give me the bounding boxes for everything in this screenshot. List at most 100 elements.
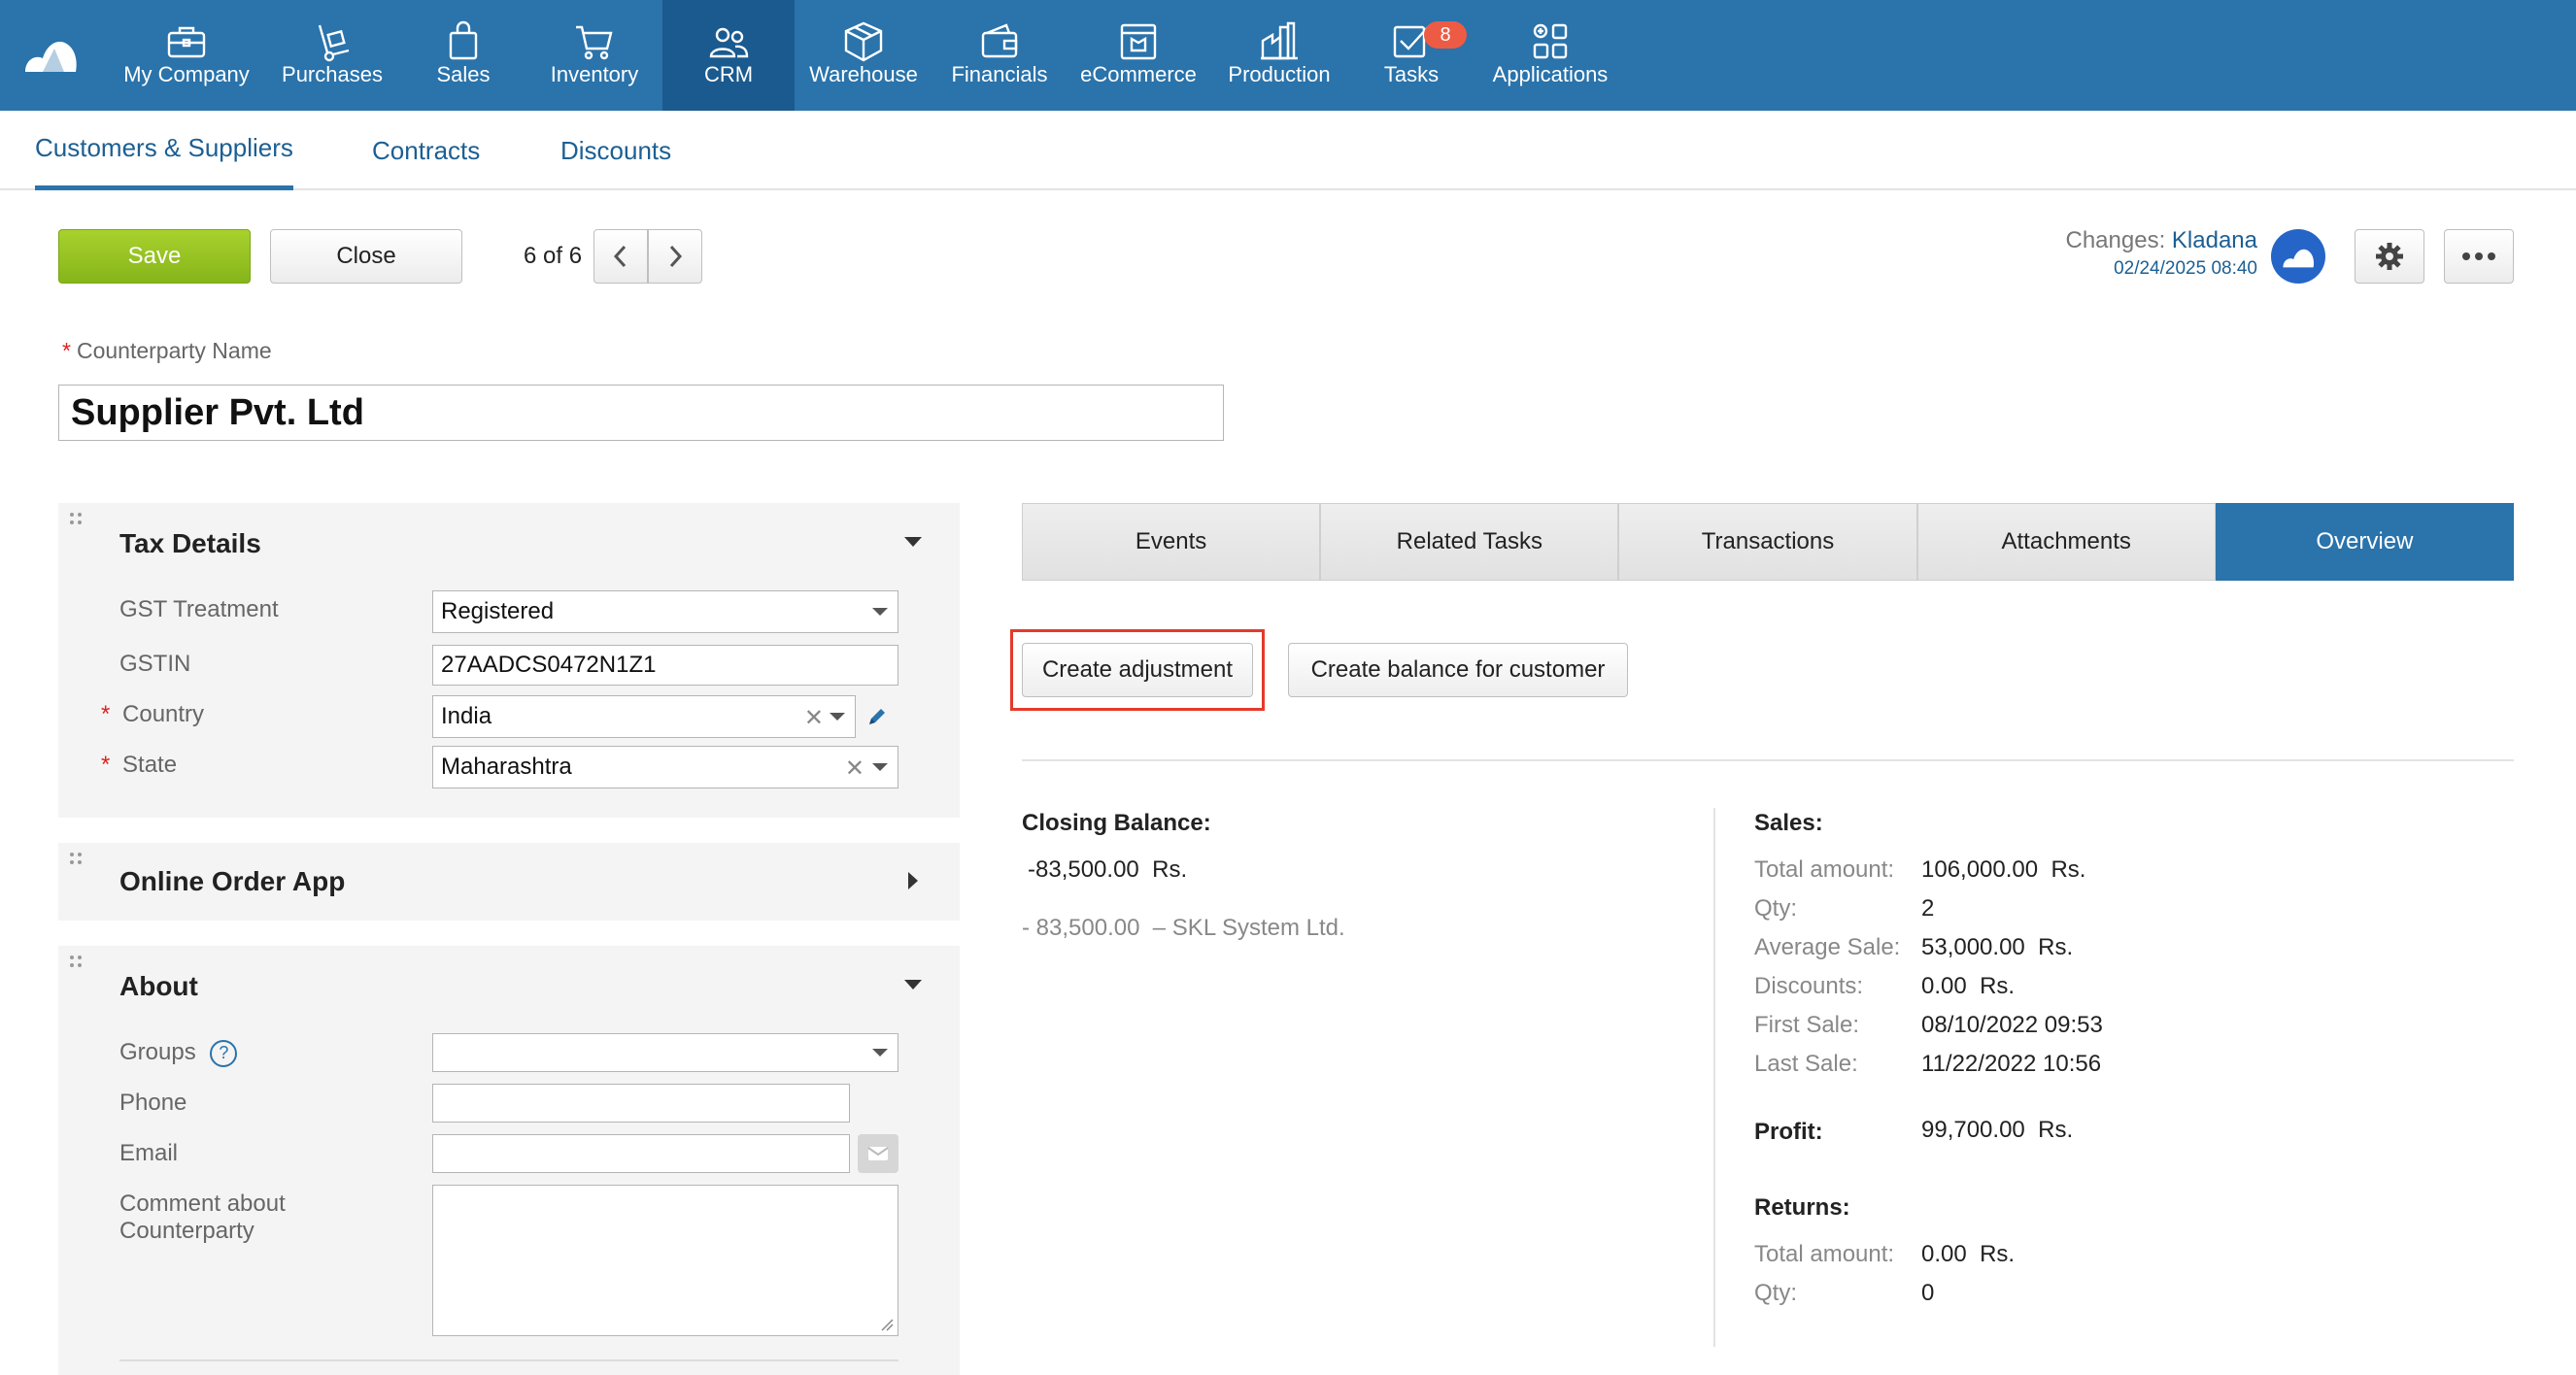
- email-label: Email: [119, 1140, 179, 1166]
- sub-navigation: Customers & Suppliers Contracts Discount…: [0, 111, 2576, 190]
- tab-attachments[interactable]: Attachments: [1916, 503, 2216, 581]
- sales-stat-value: 11/22/2022 10:56: [1921, 1051, 2101, 1078]
- nav-label: My Company: [123, 62, 250, 86]
- drag-handle-icon[interactable]: [68, 851, 84, 866]
- storefront-icon: [1120, 23, 1157, 60]
- select-value: Registered: [441, 598, 555, 624]
- comment-textarea[interactable]: [432, 1185, 898, 1336]
- returns-total-value: 0.00 Rs.: [1921, 1241, 2015, 1268]
- tab-events[interactable]: Events: [1022, 503, 1321, 581]
- nav-my-company[interactable]: My Company: [115, 0, 258, 111]
- cart-icon: [576, 25, 613, 60]
- phone-label: Phone: [119, 1090, 187, 1116]
- changes-date: 02/24/2025 08:40: [2114, 258, 2257, 279]
- changes-user-link[interactable]: Kladana: [2172, 227, 2257, 253]
- counterparty-name-input[interactable]: Supplier Pvt. Ltd: [58, 385, 1224, 441]
- people-icon: [709, 27, 749, 58]
- nav-applications[interactable]: Applications: [1484, 0, 1616, 111]
- create-adjustment-button[interactable]: Create adjustment: [1022, 643, 1253, 697]
- clear-icon[interactable]: ✕: [804, 704, 824, 732]
- nav-label: Sales: [436, 62, 491, 86]
- subtab-contracts[interactable]: Contracts: [372, 111, 480, 190]
- changes-info: Changes: Kladana 02/24/2025 08:40: [2066, 227, 2258, 280]
- more-options-button[interactable]: [2444, 229, 2514, 284]
- groups-label: Groups ?: [119, 1039, 238, 1067]
- nav-sales[interactable]: Sales: [408, 0, 519, 111]
- changes-label: Changes:: [2065, 227, 2166, 253]
- sales-stat-label: Qty:: [1754, 895, 1798, 922]
- save-button[interactable]: Save: [58, 229, 251, 284]
- top-navigation: My Company Purchases Sales Inventory CRM…: [0, 0, 2576, 111]
- nav-financials[interactable]: Financials: [938, 0, 1061, 111]
- gst-treatment-label: GST Treatment: [119, 596, 279, 622]
- avatar[interactable]: [2271, 229, 2325, 284]
- returns-total-label: Total amount:: [1754, 1241, 1895, 1267]
- tab-related-tasks[interactable]: Related Tasks: [1320, 503, 1619, 581]
- avatar-logo-icon: [2283, 249, 2315, 268]
- chevron-down-icon: [872, 608, 888, 616]
- nav-warehouse[interactable]: Warehouse: [798, 0, 929, 111]
- settings-button[interactable]: [2355, 229, 2424, 284]
- required-asterisk: *: [101, 701, 111, 727]
- sales-stat-label: Average Sale:: [1754, 934, 1901, 960]
- drag-handle-icon[interactable]: [68, 954, 84, 969]
- country-select[interactable]: India ✕: [432, 695, 856, 738]
- close-button[interactable]: Close: [270, 229, 462, 284]
- subtab-discounts[interactable]: Discounts: [560, 111, 671, 190]
- next-record-button[interactable]: [648, 229, 702, 284]
- value: 53,000.00: [1921, 934, 2025, 960]
- resize-handle-icon[interactable]: [880, 1318, 894, 1331]
- nav-label: Inventory: [550, 62, 639, 86]
- previous-record-button[interactable]: [593, 229, 648, 284]
- chevron-right-icon: [669, 245, 683, 268]
- help-icon[interactable]: ?: [210, 1039, 238, 1067]
- record-tabs: Events Related Tasks Transactions Attach…: [1022, 503, 2515, 581]
- gear-icon: [2376, 243, 2403, 270]
- nav-production[interactable]: Production: [1214, 0, 1344, 111]
- sales-stat-label: Total amount:: [1754, 856, 1895, 883]
- subtab-customers-suppliers[interactable]: Customers & Suppliers: [35, 111, 293, 190]
- online-order-app-panel: Online Order App: [58, 843, 960, 921]
- briefcase-icon: [167, 26, 206, 58]
- nav-crm[interactable]: CRM: [662, 0, 795, 111]
- groups-select[interactable]: [432, 1033, 898, 1072]
- gstin-input[interactable]: 27AADCS0472N1Z1: [432, 645, 898, 686]
- divider: [119, 1359, 898, 1361]
- email-input[interactable]: [432, 1134, 850, 1173]
- state-select[interactable]: Maharashtra ✕: [432, 746, 898, 788]
- expand-triangle-icon[interactable]: [908, 872, 918, 889]
- gst-treatment-select[interactable]: Registered: [432, 590, 898, 633]
- app-logo-icon[interactable]: [21, 31, 80, 76]
- nav-label: Tasks: [1383, 62, 1440, 86]
- chevron-down-icon: [830, 713, 845, 721]
- send-email-button[interactable]: [858, 1134, 898, 1173]
- comment-label: Comment about Counterparty: [119, 1191, 286, 1245]
- select-value: Maharashtra: [441, 754, 572, 780]
- tab-overview[interactable]: Overview: [2215, 503, 2515, 581]
- select-value: India: [441, 703, 492, 729]
- tasks-count-badge: 8: [1424, 21, 1467, 49]
- nav-purchases[interactable]: Purchases: [268, 0, 396, 111]
- hand-truck-icon: [318, 24, 350, 62]
- nav-ecommerce[interactable]: eCommerce: [1074, 0, 1203, 111]
- collapse-triangle-icon[interactable]: [904, 980, 922, 989]
- tax-details-panel: Tax Details GST Treatment Registered GST…: [58, 503, 960, 818]
- column-divider: [1713, 808, 1715, 1347]
- clear-icon[interactable]: ✕: [845, 755, 864, 783]
- nav-label: Warehouse: [809, 62, 918, 86]
- profit-label: Profit:: [1754, 1119, 1823, 1145]
- closing-balance-value: -83,500.00 Rs.: [1028, 856, 1187, 884]
- gstin-label: GSTIN: [119, 651, 191, 677]
- phone-input[interactable]: [432, 1084, 850, 1123]
- drag-handle-icon[interactable]: [68, 511, 84, 526]
- nav-inventory[interactable]: Inventory: [530, 0, 659, 111]
- chevron-down-icon: [872, 1049, 888, 1056]
- envelope-icon: [867, 1147, 889, 1160]
- tab-transactions[interactable]: Transactions: [1618, 503, 1917, 581]
- chevron-down-icon: [872, 763, 888, 771]
- edit-pencil-icon[interactable]: [865, 705, 889, 728]
- nav-tasks[interactable]: Tasks: [1356, 0, 1467, 111]
- required-asterisk: *: [62, 338, 71, 363]
- create-balance-button[interactable]: Create balance for customer: [1288, 643, 1628, 697]
- collapse-triangle-icon[interactable]: [904, 537, 922, 547]
